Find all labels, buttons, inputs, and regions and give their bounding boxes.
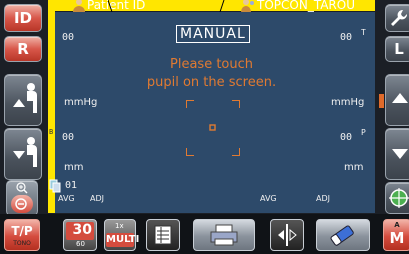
operator-label: TOPCON_TAROU [257, 0, 355, 12]
adj-right: ADJ [316, 194, 330, 203]
right-mmhg-unit: mmHg [331, 97, 365, 108]
left-eye-button[interactable]: L [385, 36, 409, 62]
eraser-icon [330, 225, 354, 246]
frame-icon [49, 179, 61, 193]
move-down-button[interactable] [4, 128, 42, 180]
eraser-button[interactable] [316, 219, 370, 251]
operator-icon [241, 0, 254, 12]
right-eye-button[interactable]: R [4, 36, 42, 62]
print-button[interactable] [193, 219, 255, 251]
zoom-button[interactable] [6, 180, 38, 216]
settings-button[interactable] [385, 4, 409, 32]
transfer-icon [278, 224, 297, 246]
left-eye-label: L [394, 40, 404, 58]
alignment-button[interactable] [385, 182, 409, 214]
camera-screen[interactable]: Patient ID TOPCON_TAROU MANUAL 00 00 T P… [48, 0, 375, 213]
move-up-right-button[interactable] [385, 74, 409, 126]
list-icon [154, 225, 172, 245]
crosshair-icon [389, 188, 409, 208]
right-mm-unit: mm [344, 162, 364, 173]
multi-small-label: 1x [115, 222, 124, 230]
multi-label-box: MULTI [106, 233, 140, 247]
list-button[interactable] [146, 219, 180, 251]
multi-label: MULTI [106, 234, 140, 245]
arrow-up-icon [392, 93, 408, 103]
avg-left: AVG [58, 194, 75, 203]
instruction-line-1: Please touch [170, 57, 253, 72]
wrench-icon [391, 9, 408, 26]
side-marker [379, 94, 384, 108]
bottom-toolbar: T/P TONO 30 60 1x MULTI A M [0, 214, 409, 254]
move-down-right-button[interactable] [385, 128, 409, 180]
right-top-suffix: T [361, 28, 366, 37]
transfer-button[interactable] [270, 219, 304, 251]
pointer-lines [108, 0, 225, 12]
id-button-label: ID [13, 9, 33, 27]
timer-small-value: 60 [76, 240, 85, 248]
tp-label: T/P [11, 224, 33, 238]
arrow-down-icon [392, 149, 408, 159]
a-label: A [394, 221, 400, 229]
move-up-button[interactable] [4, 74, 42, 126]
multi-button[interactable]: 1x MULTI [104, 219, 140, 251]
right-eye-label: R [17, 40, 29, 58]
left-mid-value: 00 [62, 132, 75, 143]
timer-big-box: 30 [66, 222, 94, 240]
right-mid-value: 00 [340, 132, 353, 143]
right-mid-suffix: P [361, 128, 366, 137]
zoom-in-icon [16, 182, 28, 194]
arrow-down-head-icon [13, 137, 37, 167]
timer-big-value: 30 [72, 222, 92, 238]
patient-icon [73, 0, 85, 12]
auto-manual-button[interactable]: A M [383, 219, 409, 251]
m-label: M [389, 229, 405, 247]
left-top-value: 00 [62, 32, 75, 43]
right-top-value: 00 [340, 32, 353, 43]
marker-b: B [49, 128, 54, 136]
mode-label: MANUAL [176, 25, 250, 43]
id-button[interactable]: ID [4, 4, 42, 32]
zoom-out-icon[interactable] [11, 195, 33, 213]
avg-right: AVG [260, 194, 277, 203]
timer-button[interactable]: 30 60 [63, 219, 97, 251]
adj-left: ADJ [90, 194, 104, 203]
target-reticle [186, 100, 240, 156]
tono-label: TONO [13, 240, 31, 247]
left-mm-unit: mm [64, 162, 84, 173]
frame-count: 01 [65, 180, 78, 191]
printer-icon [210, 224, 238, 246]
instruction-line-2: pupil on the screen. [146, 75, 277, 90]
arrow-up-head-icon [13, 83, 37, 113]
left-mmhg-unit: mmHg [64, 97, 98, 108]
tp-tono-button[interactable]: T/P TONO [4, 219, 40, 251]
